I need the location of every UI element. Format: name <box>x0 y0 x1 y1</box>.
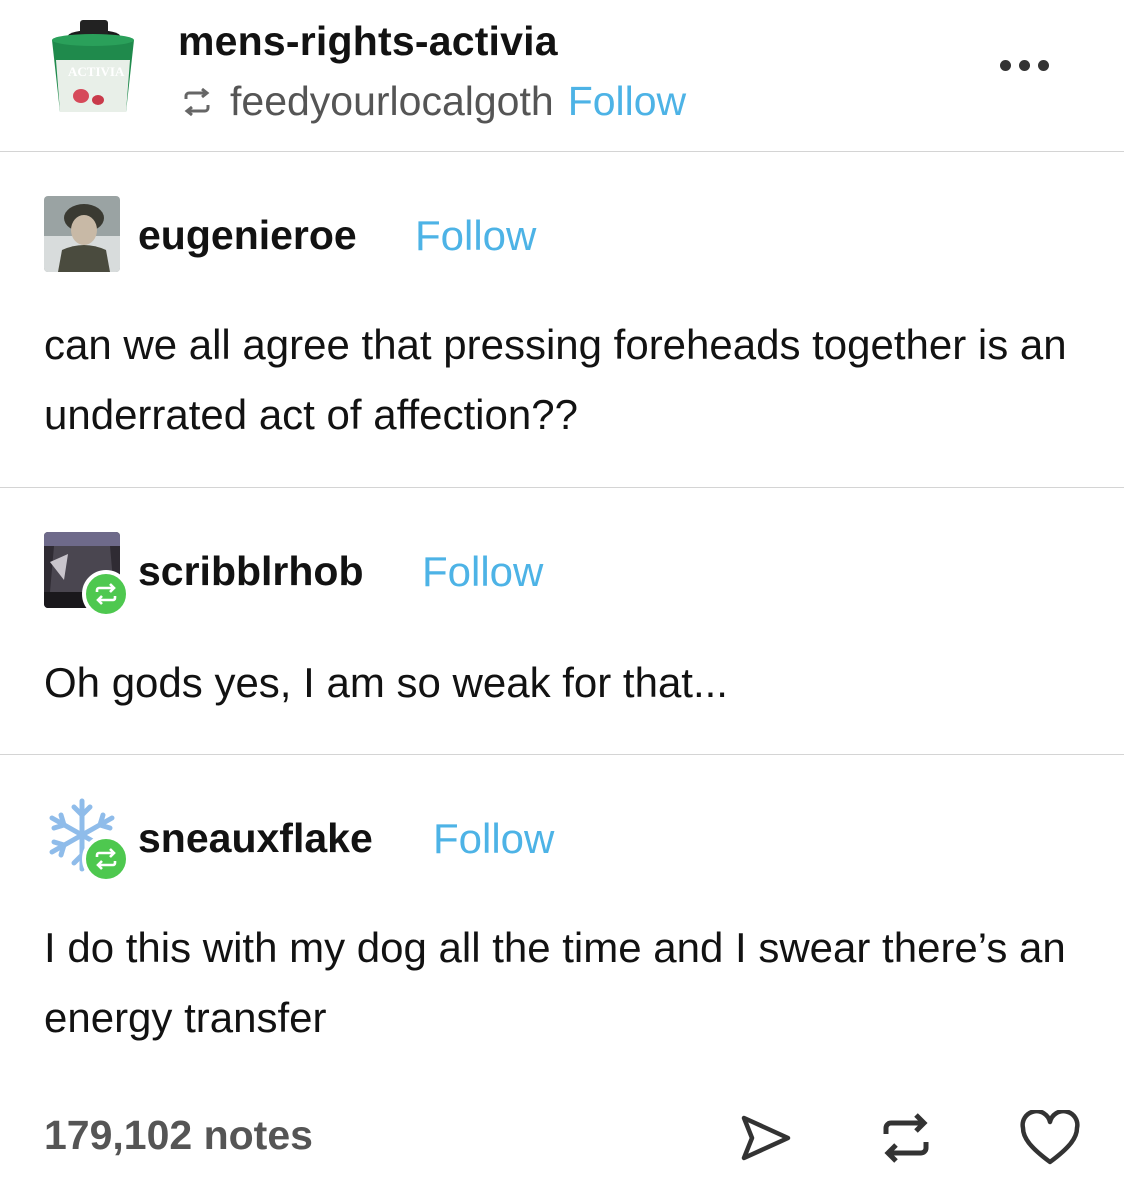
username[interactable]: eugenieroe <box>138 212 357 259</box>
blog-avatar[interactable]: ACTIVIA <box>46 16 138 122</box>
post-footer: 179,102 notes <box>0 1090 1124 1190</box>
like-icon[interactable] <box>1018 1106 1082 1170</box>
notes-count[interactable]: 179,102 notes <box>44 1112 313 1159</box>
reblog-source: feedyourlocalgoth Follow <box>178 78 686 125</box>
reblog-badge-icon <box>82 835 130 883</box>
username[interactable]: sneauxflake <box>138 815 373 862</box>
username[interactable]: scribblrhob <box>138 548 364 595</box>
reblog-entry: eugenieroe Follow can we all agree that … <box>0 152 1124 488</box>
soldier-photo-avatar[interactable] <box>44 196 120 272</box>
svg-text:ACTIVIA: ACTIVIA <box>68 64 125 79</box>
follow-button[interactable]: Follow <box>415 212 536 260</box>
post-text: Oh gods yes, I am so weak for that... <box>44 659 728 706</box>
follow-button[interactable]: Follow <box>568 78 686 125</box>
blog-name[interactable]: mens-rights-activia <box>178 18 558 65</box>
share-icon[interactable] <box>734 1106 798 1170</box>
reblog-icon[interactable] <box>874 1106 938 1170</box>
post-text: I do this with my dog all the time and I… <box>44 924 1066 1041</box>
follow-button[interactable]: Follow <box>433 815 554 863</box>
reblog-badge-icon <box>82 570 130 618</box>
follow-button[interactable]: Follow <box>422 548 543 596</box>
reblog-entry: sneauxflake Follow I do this with my dog… <box>0 755 1124 1090</box>
post-text: can we all agree that pressing foreheads… <box>44 321 1067 438</box>
more-options-icon[interactable] <box>1000 60 1049 71</box>
post-header: ACTIVIA mens-rights-activia feedyourloca… <box>0 0 1124 152</box>
reblog-small-icon <box>184 87 210 116</box>
reblogged-from-name[interactable]: feedyourlocalgoth <box>230 78 554 125</box>
reblog-entry: scribblrhob Follow Oh gods yes, I am so … <box>0 488 1124 755</box>
yogurt-cup-avatar: ACTIVIA <box>52 20 134 112</box>
